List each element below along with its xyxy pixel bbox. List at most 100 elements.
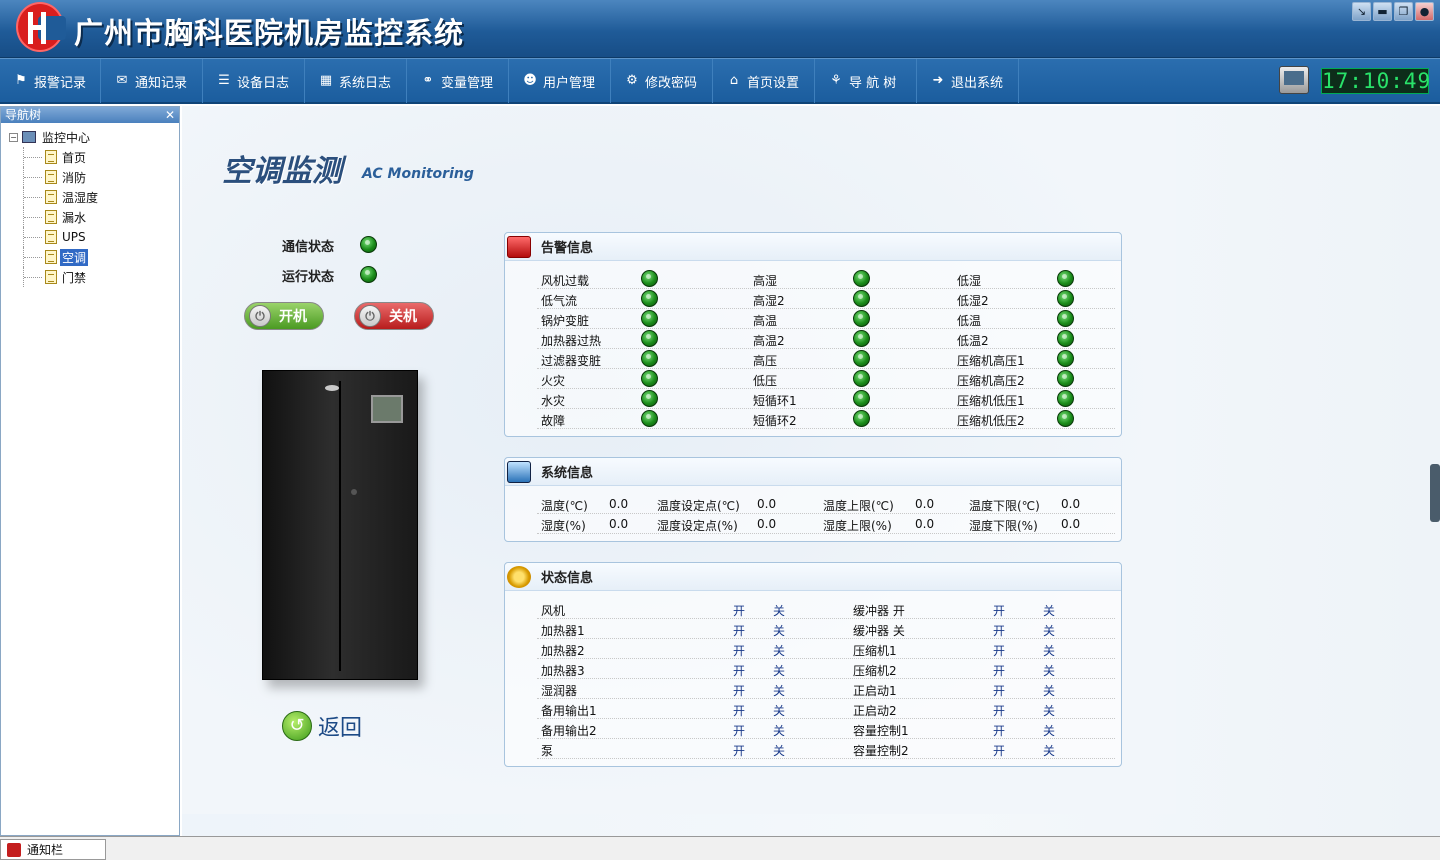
state-on-button[interactable]: 开 [733,622,745,639]
state-on-button[interactable]: 开 [993,622,1005,639]
tree-root-node[interactable]: − 监控中心 [5,127,179,147]
state-on-button[interactable]: 开 [733,742,745,759]
alarm-status-indicator [853,290,870,307]
state-on-button[interactable]: 开 [993,682,1005,699]
alarm-label: 低压 [753,374,778,388]
state-info-header: 状态信息 [505,563,1121,591]
arrow-right-icon: ➜ [932,73,944,88]
state-on-button[interactable]: 开 [993,602,1005,619]
tree-root-label: 监控中心 [42,130,91,145]
state-off-button[interactable]: 关 [773,642,785,659]
state-on-button[interactable]: 开 [993,702,1005,719]
monitor-icon[interactable] [1279,66,1309,94]
power-on-button[interactable]: ⏻ 开机 [244,302,324,330]
state-on-button[interactable]: 开 [733,682,745,699]
state-off-button[interactable]: 关 [773,742,785,759]
system-info-value: 0.0 [757,497,777,511]
power-off-button[interactable]: ⏻ 关机 [354,302,434,330]
state-off-button[interactable]: 关 [773,622,785,639]
state-row: 备用输出1 开 关 正启动2 开 关 [537,699,1115,719]
tree-item-access-control[interactable]: 门禁 [5,267,179,287]
state-on-button[interactable]: 开 [993,742,1005,759]
toolbar-nav-tree[interactable]: ⚘ 导 航 树 [815,59,917,103]
state-row: 备用输出2 开 关 容量控制1 开 关 [537,719,1115,739]
state-on-button[interactable]: 开 [733,702,745,719]
system-info-label: 湿度下限(%) [969,519,1038,533]
alarm-status-indicator [853,370,870,387]
gear-icon [507,565,531,588]
state-on-button[interactable]: 开 [733,722,745,739]
state-row: 泵 开 关 容量控制2 开 关 [537,739,1115,759]
state-off-button[interactable]: 关 [1043,602,1055,619]
tree-item-air-conditioning[interactable]: 空调 [5,247,179,267]
alarm-label: 高温 [753,314,778,328]
toolbar-home-settings[interactable]: ⌂ 首页设置 [713,59,815,103]
state-off-button[interactable]: 关 [1043,742,1055,759]
toolbar-device-log[interactable]: ☰ 设备日志 [203,59,305,103]
system-info-value: 0.0 [757,517,777,531]
state-off-button[interactable]: 关 [773,662,785,679]
alarm-info-header: 告警信息 [505,233,1121,261]
tree-item-ups[interactable]: UPS [5,227,179,247]
alarm-label: 低气流 [541,294,578,308]
close-icon[interactable]: ✕ [165,107,175,123]
minimize-to-tray-button[interactable]: ↘ [1352,2,1371,21]
tree-icon: ⚘ [830,73,842,88]
toolbar-notice-records[interactable]: ✉ 通知记录 [101,59,203,103]
state-off-button[interactable]: 关 [1043,722,1055,739]
state-off-button[interactable]: 关 [1043,642,1055,659]
run-status-indicator [360,266,377,283]
state-on-button[interactable]: 开 [733,642,745,659]
minimize-button[interactable]: ▬ [1373,2,1392,21]
state-off-button[interactable]: 关 [1043,662,1055,679]
system-info-row: 温度(℃) 0.0 温度设定点(℃) 0.0 温度上限(℃) 0.0 温度下限(℃) 0.0 [537,494,1115,514]
alarm-label: 压缩机高压2 [957,374,1025,388]
back-button[interactable]: ↺ 返回 [282,710,362,742]
alarm-status-indicator [641,290,658,307]
state-off-button[interactable]: 关 [1043,682,1055,699]
tree-item-water-leak[interactable]: 漏水 [5,207,179,227]
close-button[interactable]: ● [1415,2,1434,21]
toolbar-change-password[interactable]: ⚙ 修改密码 [611,59,713,103]
toolbar-alarm-records[interactable]: ⚑ 报警记录 [0,59,101,103]
alarm-status-indicator [641,370,658,387]
collapse-icon[interactable]: − [9,132,18,142]
system-info-label: 温度设定点(℃) [657,499,740,513]
nav-tree-panel: 导航树 ✕ − 监控中心 首页 消防 温湿度 漏水 UPS 空调 门禁 [0,106,180,836]
ac-unit-image [262,370,418,680]
toolbar-variable-management[interactable]: ⚭ 变量管理 [407,59,509,103]
alarm-label: 加热器过热 [541,334,602,348]
users-icon: ☻ [523,73,537,88]
alarm-status-indicator [853,270,870,287]
system-info-value: 0.0 [609,497,629,511]
toolbar-system-log[interactable]: ▦ 系统日志 [305,59,407,103]
nav-tree-header: 导航树 ✕ [1,107,179,123]
restore-button[interactable]: ❐ [1394,2,1413,21]
state-row: 加热器1 开 关 缓冲器 关 开 关 [537,619,1115,639]
state-on-button[interactable]: 开 [733,662,745,679]
main-toolbar: ⚑ 报警记录 ✉ 通知记录 ☰ 设备日志 ▦ 系统日志 ⚭ 变量管理 ☻ 用户管理 ⚙ 修改密… [0,58,1440,104]
state-off-button[interactable]: 关 [773,602,785,619]
alarm-status-indicator [1057,350,1074,367]
tree-item-home[interactable]: 首页 [5,147,179,167]
scroll-handle[interactable] [1430,464,1440,522]
state-on-button[interactable]: 开 [733,602,745,619]
system-info-label: 湿度(%) [541,519,586,533]
notice-tab[interactable]: 通知栏 [0,839,106,860]
toolbar-exit-system[interactable]: ➜ 退出系统 [917,59,1019,103]
state-off-button[interactable]: 关 [773,702,785,719]
system-info-label: 温度上限(℃) [823,499,894,513]
state-on-button[interactable]: 开 [993,642,1005,659]
flag-icon: ⚑ [15,73,27,88]
state-off-button[interactable]: 关 [773,722,785,739]
state-on-button[interactable]: 开 [993,662,1005,679]
state-off-button[interactable]: 关 [1043,702,1055,719]
state-off-button[interactable]: 关 [773,682,785,699]
state-on-button[interactable]: 开 [993,722,1005,739]
alarm-label: 过滤器变脏 [541,354,602,368]
toolbar-user-management[interactable]: ☻ 用户管理 [509,59,611,103]
page-title: 空调监测 [222,154,342,189]
tree-item-temp-humidity[interactable]: 温湿度 [5,187,179,207]
state-off-button[interactable]: 关 [1043,622,1055,639]
tree-item-fire[interactable]: 消防 [5,167,179,187]
